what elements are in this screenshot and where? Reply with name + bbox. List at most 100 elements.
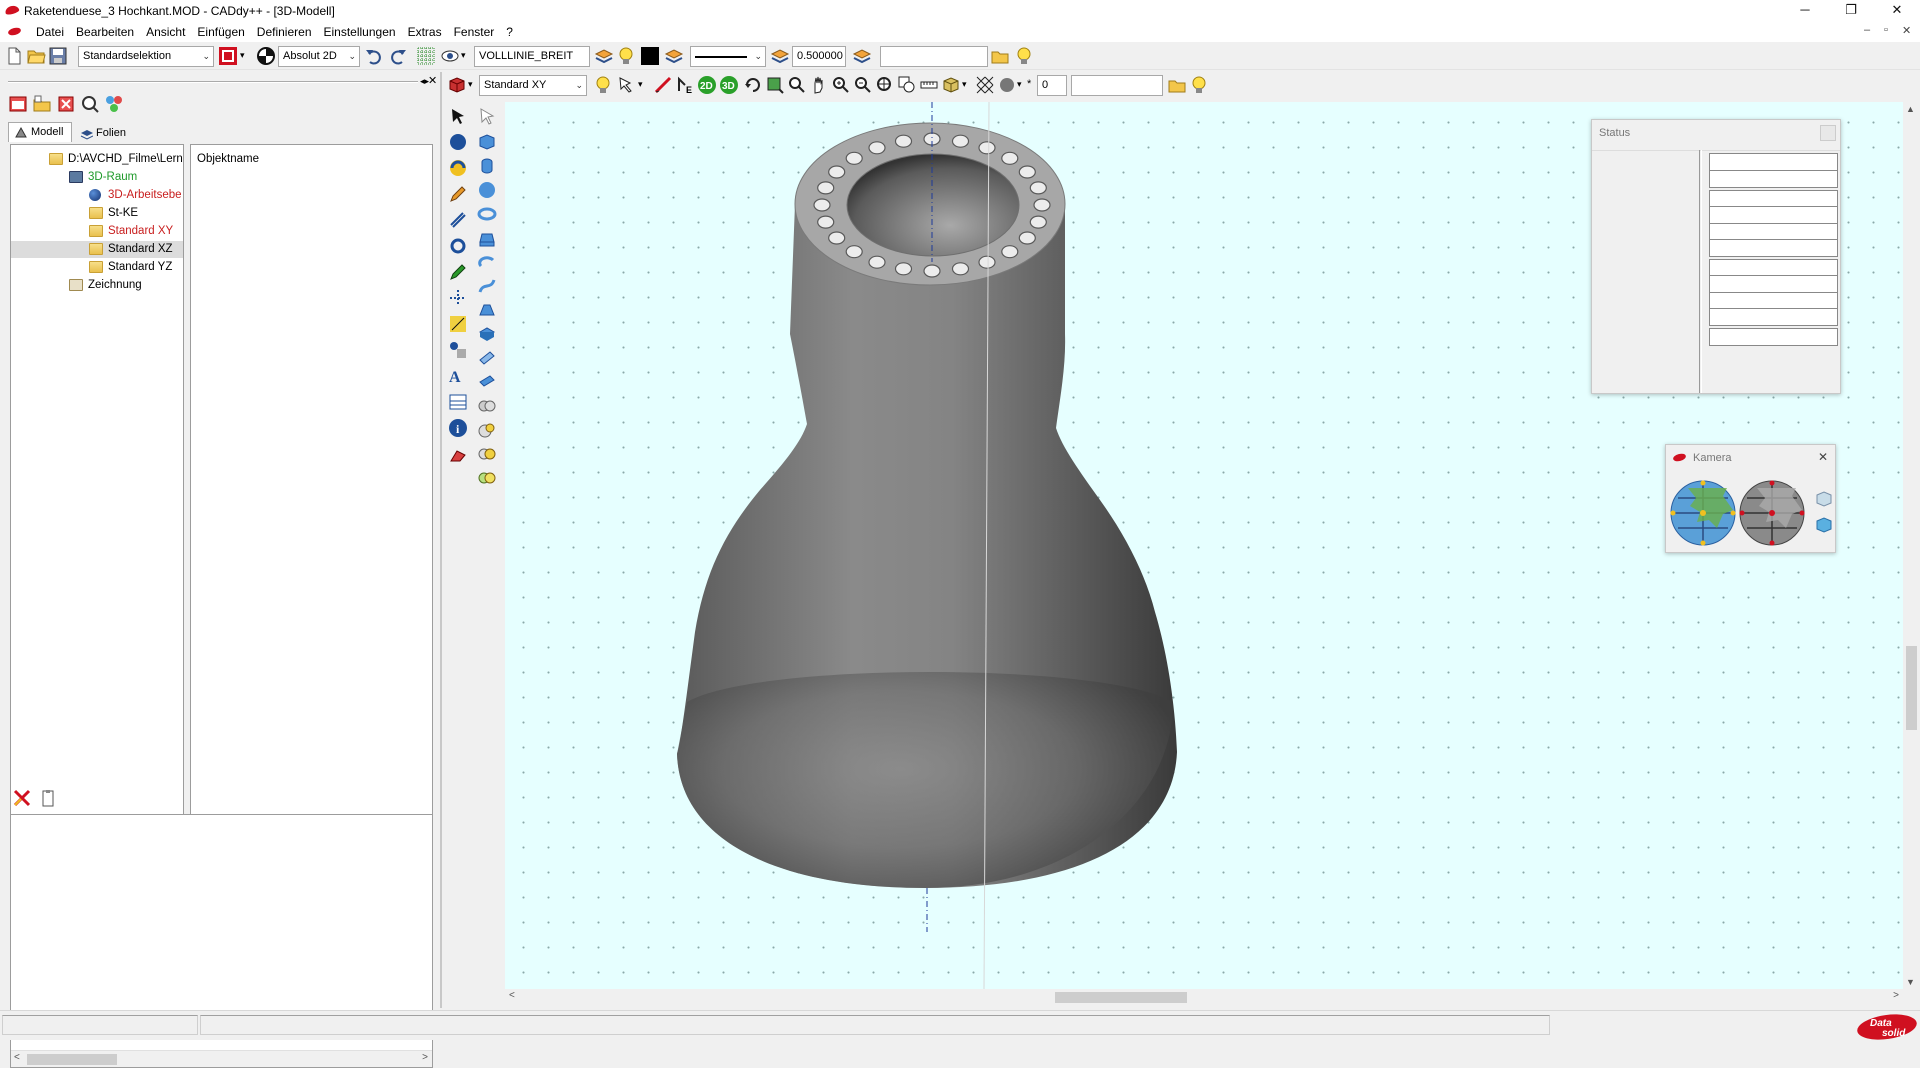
sphere-render-icon[interactable] [997,75,1017,95]
zoom-out-icon[interactable] [853,75,873,95]
torus-3d-icon[interactable] [477,204,497,224]
menu-item[interactable]: Fenster [448,25,501,39]
green-pen-icon[interactable] [448,262,468,282]
model-tree[interactable]: D:\AVCHD_Filme\Lern 3D-Raum 3D-Arbeitsebe S… [10,144,184,850]
grid-icon[interactable] [416,46,436,66]
open-file-icon[interactable] [26,46,46,66]
minimize-button[interactable]: ─ [1782,0,1828,22]
camera-orbit-globe-icon[interactable] [1668,478,1738,548]
scroll-up-icon[interactable]: ▲ [1906,104,1915,114]
transform-icon[interactable] [448,340,468,360]
revolve-3d-icon[interactable] [477,252,497,272]
info-hscrollbar[interactable]: < > [11,1050,432,1067]
snap-cursor-icon[interactable] [617,75,637,95]
boolean-union-icon[interactable] [477,396,497,416]
extrude-3d-icon[interactable] [477,228,497,248]
scroll-thumb[interactable] [1906,646,1917,730]
camera-close-icon[interactable]: ✕ [1818,450,1828,464]
chevron-down-icon[interactable]: ▾ [638,79,643,90]
mode-2d-button[interactable]: 2D [697,75,717,95]
lightbulb-icon[interactable] [593,75,613,95]
chevron-down-icon[interactable]: ▾ [468,79,473,90]
properties-icon[interactable] [104,94,124,114]
pan-hand-icon[interactable] [809,75,829,95]
lightbulb-icon[interactable] [1189,75,1209,95]
document-menu-icon[interactable] [7,26,22,37]
sweep-3d-icon[interactable] [477,276,497,296]
hatch-tool-icon[interactable] [448,392,468,412]
scroll-right-icon[interactable]: > [422,1052,428,1063]
eraser-icon[interactable] [448,444,468,464]
layer-stack-icon[interactable] [770,46,790,66]
measure-icon[interactable] [653,75,673,95]
mdi-close-button[interactable]: ✕ [1902,24,1911,37]
folder-layer-icon[interactable] [990,46,1010,66]
scroll-thumb[interactable] [27,1054,117,1065]
scroll-right-icon[interactable]: > [1893,990,1899,1001]
folder-layer-icon[interactable] [1167,75,1187,95]
color-black-swatch[interactable] [640,46,660,66]
text-tool-icon[interactable]: A [448,366,468,386]
view-eye-icon[interactable] [440,46,460,66]
select-arrow-icon[interactable] [448,106,468,126]
view-cube-icon[interactable] [447,75,467,95]
selection-mode-select[interactable]: Standardselektion ⌄ [78,46,214,67]
lightbulb-icon[interactable] [616,46,636,66]
redo-icon[interactable] [388,46,408,66]
pencil-icon[interactable] [448,184,468,204]
linetype-field[interactable]: VOLLLINIE_BREIT [474,46,590,67]
status-window[interactable]: Status [1591,119,1841,394]
ruler-icon[interactable] [919,75,939,95]
boolean-subtract-icon[interactable] [477,420,497,440]
column-divider[interactable] [1699,150,1702,393]
selection-frame-icon[interactable] [218,46,238,66]
object-list[interactable]: Objektname [190,144,433,850]
zoom-previous-icon[interactable] [897,75,917,95]
rotate-view-icon[interactable] [743,75,763,95]
box-3d-icon[interactable] [477,132,497,152]
chevron-down-icon[interactable]: ▾ [962,79,967,90]
layer-stack-icon[interactable] [664,46,684,66]
layer-folder-icon[interactable] [32,94,52,114]
viewport-vscrollbar[interactable]: ▲ ▼ [1903,102,1920,989]
extra-field[interactable] [880,46,988,67]
mdi-minimize-button[interactable]: – [1864,24,1870,36]
clipboard-icon[interactable] [38,788,58,808]
solid-3d-icon[interactable] [477,324,497,344]
menu-item[interactable]: Einfügen [191,25,250,39]
tree-item[interactable]: Standard XZ [11,241,183,258]
coord-mode-select[interactable]: Absolut 2D ⌄ [278,46,360,67]
shaded-cube-icon[interactable] [941,75,961,95]
boolean-combine-icon[interactable] [477,468,497,488]
zoom-fit-icon[interactable] [787,75,807,95]
sphere-icon[interactable] [448,132,468,152]
info-icon[interactable]: i [448,418,468,438]
modify-icon[interactable] [448,210,468,230]
close-button[interactable]: ✕ [1874,0,1920,22]
panel-splitter[interactable] [440,72,442,1008]
panel-grip[interactable] [8,81,418,83]
line-width-field[interactable]: 0.500000 [792,46,846,67]
menu-item[interactable]: Datei [30,25,70,39]
slice-3d-icon[interactable] [477,348,497,368]
menu-item[interactable]: Definieren [251,25,318,39]
dimension-icon[interactable] [448,314,468,334]
number-stepper[interactable]: 0 [1037,75,1067,96]
line-style-select[interactable]: ⌄ [690,46,766,67]
cube-front-icon[interactable] [1814,515,1834,535]
rotate-tool-icon[interactable] [448,236,468,256]
tab-modell[interactable]: Modell [8,122,72,142]
axis-cross-icon[interactable] [448,288,468,308]
hatch-grid-icon[interactable] [975,75,995,95]
restore-button[interactable]: ❐ [1828,0,1874,22]
chevron-down-icon[interactable]: ▾ [240,50,245,61]
scroll-down-icon[interactable]: ▼ [1906,977,1915,987]
model-window-icon[interactable] [8,94,28,114]
viewport-hscrollbar[interactable]: < > [505,989,1903,1006]
arc-tool-icon[interactable] [448,158,468,178]
view-plane-select[interactable]: Standard XY ⌄ [479,75,587,96]
select-3d-icon[interactable] [477,106,497,126]
zoom-window-icon[interactable] [765,75,785,95]
boolean-intersect-icon[interactable] [477,444,497,464]
chevron-down-icon[interactable]: ▾ [461,50,466,61]
